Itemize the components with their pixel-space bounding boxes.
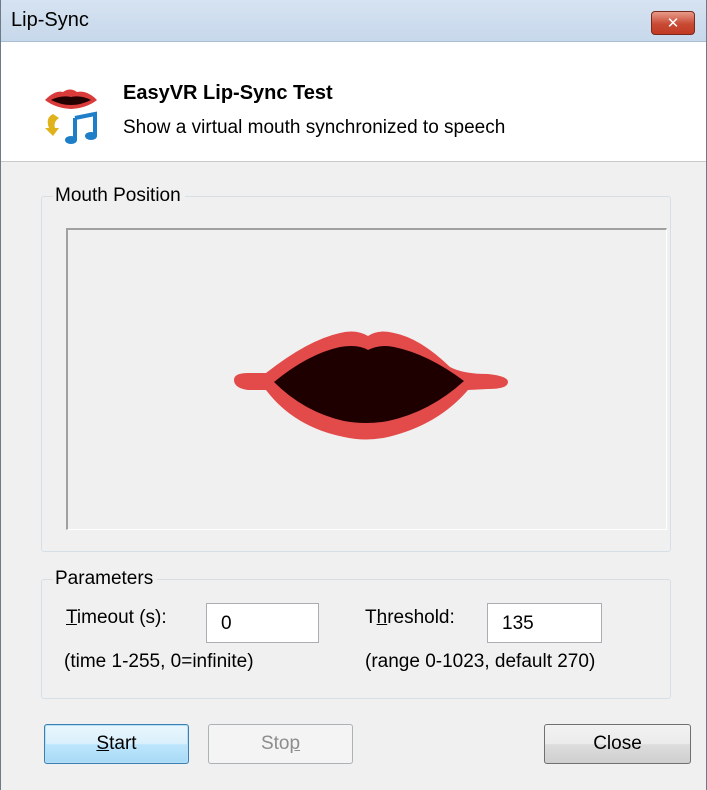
timeout-label: Timeout (s): xyxy=(66,607,167,628)
threshold-label: Threshold: xyxy=(365,607,455,628)
lips-music-icon xyxy=(45,89,97,144)
mouth-display xyxy=(66,228,667,530)
mouth-position-label: Mouth Position xyxy=(53,185,185,207)
header-title: EasyVR Lip-Sync Test xyxy=(123,82,333,104)
start-button[interactable]: Start xyxy=(44,724,189,764)
parameters-label: Parameters xyxy=(53,568,158,590)
header-subtitle: Show a virtual mouth synchronized to spe… xyxy=(123,117,506,138)
threshold-input[interactable]: 135 xyxy=(487,603,602,643)
close-button[interactable]: Close xyxy=(544,724,691,764)
window-close-icon[interactable]: ✕ xyxy=(651,11,695,35)
threshold-hint: (range 0-1023, default 270) xyxy=(365,651,596,672)
lip-sync-dialog: Lip-Sync ✕ EasyVR Lip-Sync Test Show a v… xyxy=(0,0,707,790)
window-title: Lip-Sync xyxy=(11,9,89,31)
timeout-input[interactable]: 0 xyxy=(206,603,319,643)
mouth-graphic xyxy=(234,331,508,440)
dialog-header: EasyVR Lip-Sync Test Show a virtual mout… xyxy=(1,42,706,162)
stop-button[interactable]: Stop xyxy=(208,724,353,764)
title-bar[interactable]: Lip-Sync ✕ xyxy=(1,0,706,42)
timeout-hint: (time 1-255, 0=infinite) xyxy=(64,651,254,672)
